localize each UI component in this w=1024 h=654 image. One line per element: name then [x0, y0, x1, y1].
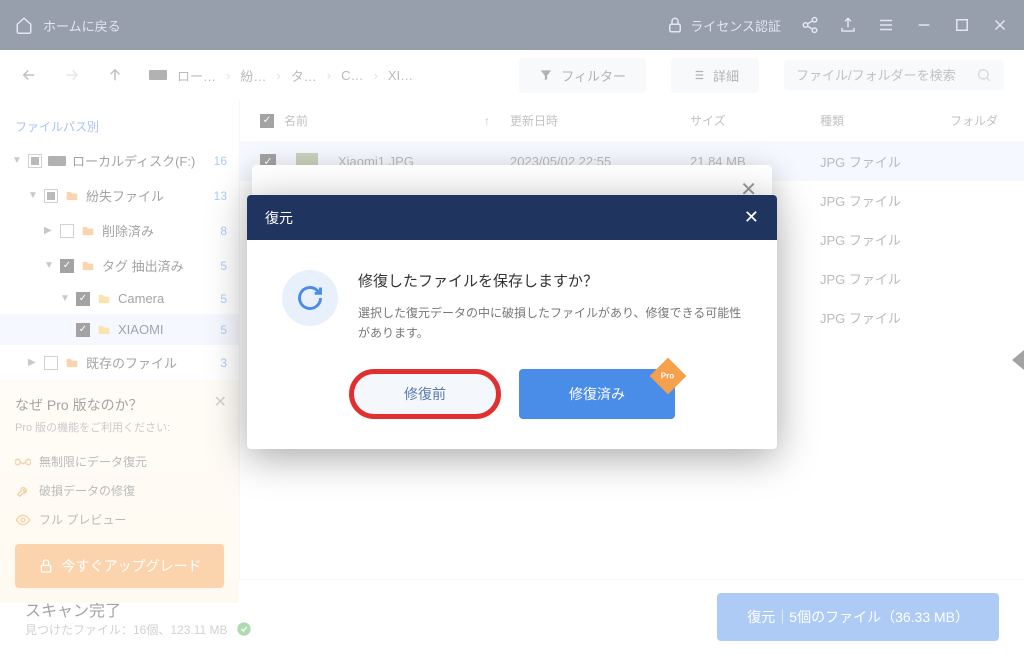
close-icon[interactable]: ✕: [744, 207, 759, 228]
after-repair-button[interactable]: 修復済み Pro: [519, 369, 675, 419]
before-repair-button[interactable]: 修復前: [349, 369, 501, 419]
modal-title: 修復したファイルを保存しますか？: [358, 270, 742, 291]
repair-modal: 復元 ✕ 修復したファイルを保存しますか？ 選択した復元データの中に破損したファ…: [247, 195, 777, 449]
modal-description: 選択した復元データの中に破損したファイルがあり、修復できる可能性があります。: [358, 303, 742, 344]
refresh-icon: [282, 270, 338, 326]
modal-overlay: ✕ 復元 ✕ 修復したファイルを保存しますか？ 選択した復元データの中に破損した…: [0, 0, 1024, 654]
modal-header: 復元 ✕: [247, 195, 777, 240]
